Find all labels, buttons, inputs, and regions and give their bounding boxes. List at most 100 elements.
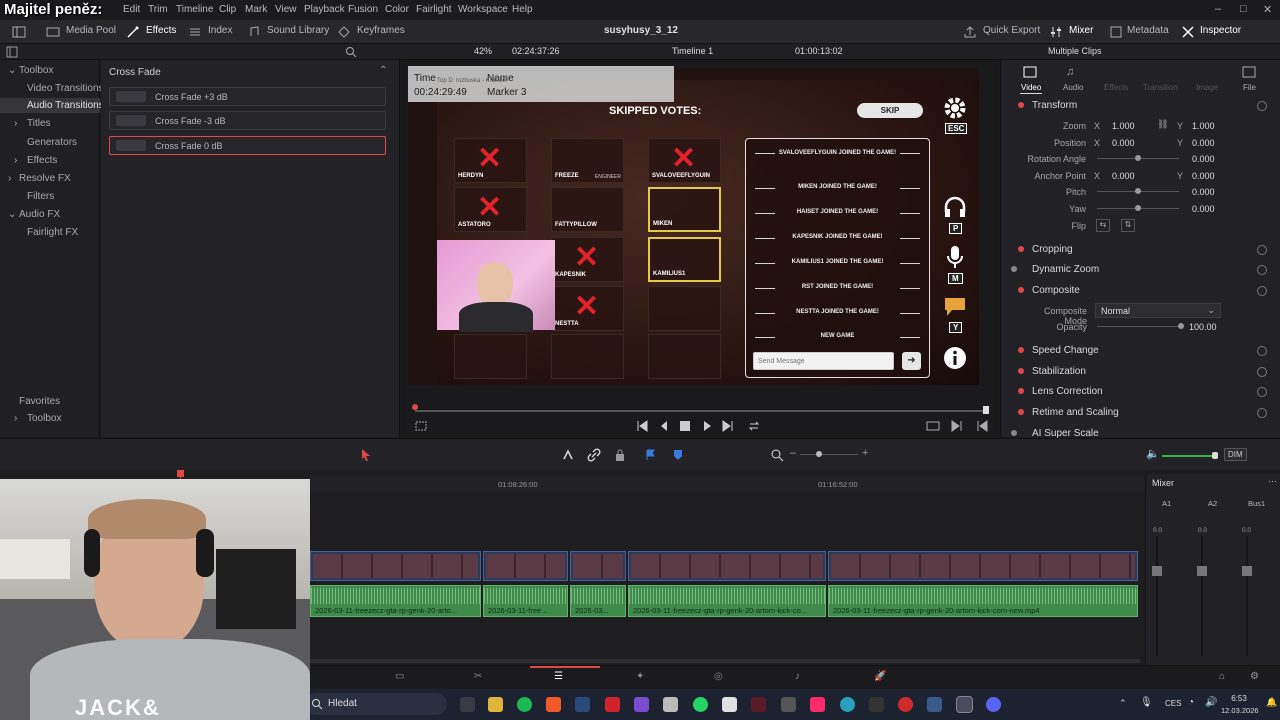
app-icon[interactable] xyxy=(663,697,678,712)
linked-selection-icon[interactable] xyxy=(587,448,601,462)
section-dynamic-zoom[interactable]: Dynamic Zoom xyxy=(1032,264,1099,275)
reset-icon[interactable] xyxy=(1257,286,1267,296)
edit-page-icon[interactable]: ☰ xyxy=(554,671,563,682)
reset-icon[interactable] xyxy=(1257,387,1267,397)
inspector-icon[interactable] xyxy=(1181,25,1195,39)
home-icon[interactable]: ⌂ xyxy=(1219,671,1225,682)
speaker-icon[interactable]: 🔊 xyxy=(1205,697,1217,708)
audio-clip[interactable]: 2026-03... xyxy=(570,585,626,617)
channel-fader-track[interactable] xyxy=(1156,536,1158,656)
section-cropping[interactable]: Cropping xyxy=(1032,244,1073,255)
titles-chevron-icon[interactable]: › xyxy=(14,118,17,129)
stabilization-enable-dot[interactable] xyxy=(1018,368,1024,374)
media-page-icon[interactable]: ▭ xyxy=(395,671,404,682)
media-pool-button[interactable]: Media Pool xyxy=(66,25,116,36)
section-stabilization[interactable]: Stabilization xyxy=(1032,366,1086,377)
microphone-icon[interactable] xyxy=(945,245,965,269)
audiofx-chevron-icon[interactable]: ⌄ xyxy=(8,209,16,220)
clock-date[interactable]: 12.03.2026 xyxy=(1221,706,1259,715)
index-button[interactable]: Index xyxy=(208,25,232,36)
tree-titles[interactable]: Titles xyxy=(27,118,51,129)
channel-fader-track[interactable] xyxy=(1201,536,1203,656)
sound-library-button[interactable]: Sound Library xyxy=(267,25,329,36)
rotation-slider-knob[interactable] xyxy=(1135,155,1141,161)
app-icon[interactable] xyxy=(898,697,913,712)
reset-icon[interactable] xyxy=(1257,346,1267,356)
app-icon[interactable] xyxy=(869,697,884,712)
app-icon[interactable] xyxy=(722,697,737,712)
send-message-input[interactable] xyxy=(753,352,894,370)
pos-y-value[interactable]: 0.000 xyxy=(1192,138,1215,148)
tab-transition[interactable]: Transition xyxy=(1143,83,1178,92)
tab-audio[interactable]: Audio xyxy=(1063,83,1083,92)
resolvefx-chevron-icon[interactable]: › xyxy=(8,173,11,184)
tree-effects[interactable]: Effects xyxy=(27,155,57,166)
davinci-icon[interactable] xyxy=(751,697,766,712)
video-clip[interactable] xyxy=(310,551,481,581)
headphones-icon[interactable] xyxy=(943,196,967,218)
tree-audio-transitions[interactable]: Audio Transitions xyxy=(0,98,104,113)
brave-icon[interactable] xyxy=(546,697,561,712)
tab-video[interactable]: Video xyxy=(1021,83,1041,92)
file-tab-icon[interactable] xyxy=(1242,66,1256,78)
video-clip[interactable] xyxy=(628,551,826,581)
opacity-value[interactable]: 100.00 xyxy=(1189,322,1217,332)
composite-enable-dot[interactable] xyxy=(1018,287,1024,293)
flip-horizontal-icon[interactable]: ⇆ xyxy=(1096,219,1110,232)
channel-fader-knob[interactable] xyxy=(1242,566,1252,576)
notifications-icon[interactable]: 🔔 xyxy=(1266,697,1277,708)
media-pool-icon[interactable] xyxy=(46,25,60,39)
master-volume-knob[interactable] xyxy=(1212,452,1218,459)
skip-button[interactable]: SKIP xyxy=(857,103,923,118)
scrubber-playhead[interactable] xyxy=(412,404,418,410)
section-composite[interactable]: Composite xyxy=(1032,285,1080,296)
app-icon[interactable] xyxy=(781,697,796,712)
pos-x-value[interactable]: 0.000 xyxy=(1112,138,1135,148)
app-icon[interactable] xyxy=(927,697,942,712)
rotation-value[interactable]: 0.000 xyxy=(1192,154,1215,164)
cropping-enable-dot[interactable] xyxy=(1018,246,1024,252)
tree-audio-fx[interactable]: Audio FX xyxy=(19,209,60,220)
channel-fader-knob[interactable] xyxy=(1152,566,1162,576)
step-back-icon[interactable] xyxy=(658,420,670,432)
dim-button[interactable]: DIM xyxy=(1224,448,1247,461)
dynamic-zoom-enable-dot[interactable] xyxy=(1011,266,1017,272)
tree-fav-toolbox[interactable]: Toolbox xyxy=(27,413,61,424)
timeline-name[interactable]: Timeline 1 xyxy=(672,46,713,56)
whatsapp-icon[interactable] xyxy=(693,697,708,712)
superscale-enable-dot[interactable] xyxy=(1011,430,1017,436)
go-to-start-icon[interactable] xyxy=(636,420,648,432)
mic-tray-icon[interactable]: 🎙 xyxy=(1140,697,1153,708)
discord-icon[interactable] xyxy=(986,697,1001,712)
marker-icon[interactable] xyxy=(673,449,683,461)
section-lens-correction[interactable]: Lens Correction xyxy=(1032,386,1103,397)
menu-fairlight[interactable]: Fairlight xyxy=(416,4,452,15)
color-page-icon[interactable]: ◎ xyxy=(714,671,723,682)
video-clip[interactable] xyxy=(828,551,1138,581)
video-clip[interactable] xyxy=(570,551,626,581)
export-icon[interactable] xyxy=(963,25,977,39)
app-icon[interactable] xyxy=(840,697,855,712)
menu-clip[interactable]: Clip xyxy=(219,4,236,15)
video-clip[interactable] xyxy=(483,551,568,581)
section-speed-change[interactable]: Speed Change xyxy=(1032,345,1099,356)
zoom-out-icon[interactable]: – xyxy=(790,447,796,459)
clock-time[interactable]: 6:53 xyxy=(1224,694,1254,703)
task-view-icon[interactable] xyxy=(460,697,475,712)
panel-toggle-icon[interactable] xyxy=(12,25,26,39)
menu-timeline[interactable]: Timeline xyxy=(176,4,213,15)
metadata-icon[interactable] xyxy=(1109,25,1123,39)
audio-clip[interactable]: 2026-03-11-freezecz-gta-rp-genk-20-artom… xyxy=(828,585,1138,617)
steam-icon[interactable] xyxy=(575,697,590,712)
audio-tab-icon[interactable]: ♫ xyxy=(1066,66,1074,78)
opacity-slider-knob[interactable] xyxy=(1178,323,1184,329)
reset-icon[interactable] xyxy=(1257,245,1267,255)
menu-color[interactable]: Color xyxy=(385,4,409,15)
tree-filters[interactable]: Filters xyxy=(27,191,54,202)
favorites-chevron-icon[interactable]: › xyxy=(14,413,17,424)
sound-library-icon[interactable] xyxy=(247,25,261,39)
menu-edit[interactable]: Edit xyxy=(123,4,140,15)
match-frame-icon[interactable] xyxy=(926,420,940,432)
info-icon[interactable] xyxy=(943,346,967,370)
cut-page-icon[interactable]: ✂ xyxy=(474,671,482,682)
